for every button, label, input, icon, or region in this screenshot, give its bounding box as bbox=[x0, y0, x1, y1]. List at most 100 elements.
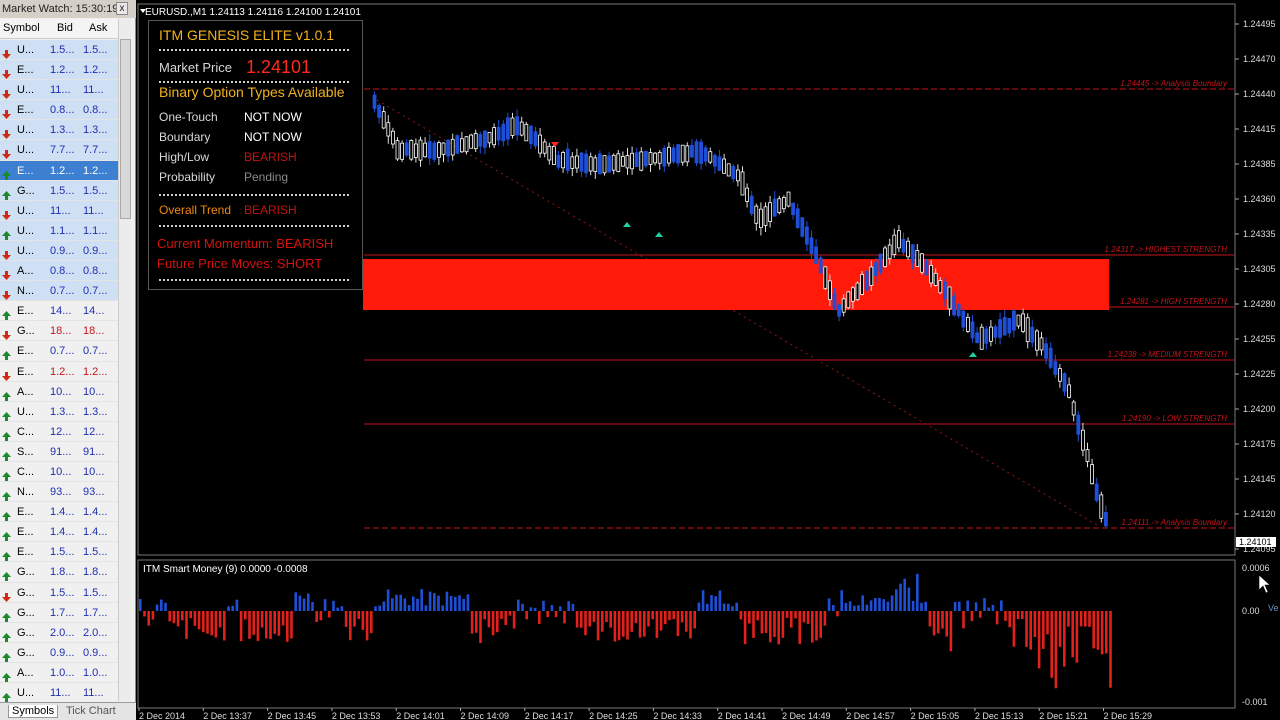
candle-body bbox=[533, 131, 538, 147]
market-watch-row[interactable]: S... 91... 91... bbox=[0, 442, 118, 462]
column-header-symbol[interactable]: Symbol bbox=[3, 22, 40, 34]
row-bid: 1.2... bbox=[50, 64, 75, 77]
market-watch-row[interactable]: E... 0.8... 0.8... bbox=[0, 100, 118, 121]
panel-divider bbox=[159, 279, 349, 281]
candle-body bbox=[634, 152, 639, 167]
histogram-bar bbox=[647, 611, 650, 627]
candle-body bbox=[1104, 512, 1108, 527]
market-watch-row[interactable]: A... 10... 10... bbox=[0, 382, 118, 402]
histogram-bar bbox=[210, 611, 213, 636]
time-axis-label: 2 Dec 13:37 bbox=[203, 711, 252, 720]
candle-body bbox=[680, 144, 685, 163]
price-level-label: 1.24190 -> LOW STRENGTH bbox=[1122, 414, 1227, 423]
market-watch-row[interactable]: A... 0.8... 0.8... bbox=[0, 261, 118, 282]
histogram-bar bbox=[433, 593, 436, 611]
candle-body bbox=[726, 163, 731, 177]
candle-body bbox=[565, 148, 570, 171]
market-watch-row[interactable]: U... 11... 11... bbox=[0, 683, 118, 704]
market-watch-row[interactable]: G... 1.7... 1.7... bbox=[0, 603, 118, 623]
market-watch-row[interactable]: G... 0.9... 0.9... bbox=[0, 643, 118, 663]
time-axis-label: 2 Dec 15:21 bbox=[1039, 711, 1088, 720]
market-watch-row[interactable]: U... 7.7... 7.7... bbox=[0, 140, 118, 161]
market-watch-row[interactable]: U... 1.5... 1.5... bbox=[0, 40, 118, 61]
market-watch-row[interactable]: C... 12... 12... bbox=[0, 422, 118, 442]
arrow-down-icon bbox=[2, 146, 11, 160]
row-ask: 1.8... bbox=[83, 566, 108, 579]
market-watch-row[interactable]: E... 1.4... 1.4... bbox=[0, 502, 118, 523]
candle-body bbox=[993, 326, 998, 338]
candle-body bbox=[1076, 414, 1081, 435]
histogram-bar bbox=[1050, 611, 1053, 678]
row-ask: 1.7... bbox=[83, 606, 108, 619]
column-header-ask[interactable]: Ask bbox=[89, 22, 107, 34]
histogram-bar bbox=[722, 603, 726, 611]
market-watch-row[interactable]: G... 1.5... 1.5... bbox=[0, 180, 118, 201]
candle-body bbox=[860, 274, 864, 295]
histogram-bar bbox=[731, 606, 734, 611]
market-watch-row[interactable]: E... 1.4... 1.4... bbox=[0, 522, 118, 543]
histogram-bar bbox=[844, 602, 848, 611]
market-watch-row[interactable]: E... 0.7... 0.7... bbox=[0, 341, 118, 362]
row-bid: 10... bbox=[50, 465, 72, 478]
histogram-bar bbox=[1109, 611, 1112, 688]
market-watch-row[interactable]: E... 1.2... 1.2... bbox=[0, 362, 118, 382]
market-watch-row[interactable]: U... 1.3... 1.3... bbox=[0, 120, 118, 141]
row-ask: 91... bbox=[83, 445, 105, 458]
column-header-bid[interactable]: Bid bbox=[57, 22, 73, 34]
boundary-value: NOT NOW bbox=[244, 130, 302, 144]
market-watch-row[interactable]: U... 11... 11... bbox=[0, 80, 118, 101]
scrollbar-thumb[interactable] bbox=[120, 39, 131, 219]
candle-body bbox=[910, 244, 915, 264]
market-watch-row[interactable]: E... 1.2... 1.2... bbox=[0, 60, 118, 81]
market-watch-row[interactable]: N... 93... 93... bbox=[0, 482, 118, 503]
market-watch-row[interactable]: U... 11... 11... bbox=[0, 200, 118, 221]
market-watch-row[interactable]: G... 1.5... 1.5... bbox=[0, 583, 118, 603]
tab-tick-chart[interactable]: Tick Chart bbox=[66, 705, 116, 717]
histogram-bar bbox=[592, 611, 596, 622]
price-axis-label: 1.24255 bbox=[1243, 334, 1276, 344]
candle-body bbox=[887, 244, 892, 260]
candle-body bbox=[588, 156, 593, 172]
market-watch-row[interactable]: U... 1.3... 1.3... bbox=[0, 402, 118, 422]
candle-body bbox=[1090, 464, 1094, 485]
mt4-window: Market Watch: 15:30:19 x Symbol Bid Ask … bbox=[0, 0, 1280, 720]
market-watch-row[interactable]: C... 10... 10... bbox=[0, 462, 118, 483]
market-watch-panel: Market Watch: 15:30:19 x Symbol Bid Ask … bbox=[0, 0, 136, 720]
close-icon[interactable]: x bbox=[116, 2, 128, 15]
histogram-bar bbox=[420, 589, 423, 611]
candle-body bbox=[851, 287, 855, 302]
market-watch-row[interactable]: E... 1.5... 1.5... bbox=[0, 542, 118, 563]
candle-body bbox=[952, 295, 956, 316]
histogram-bar bbox=[1025, 611, 1028, 647]
histogram-bar bbox=[827, 598, 831, 611]
market-watch-row[interactable]: U... 1.1... 1.1... bbox=[0, 220, 118, 241]
histogram-bar bbox=[693, 611, 696, 629]
row-ask: 0.9... bbox=[83, 244, 108, 257]
market-watch-row[interactable]: E... 1.2... 1.2... bbox=[0, 160, 118, 181]
histogram-bar bbox=[643, 611, 646, 637]
market-watch-row[interactable]: U... 0.9... 0.9... bbox=[0, 240, 118, 262]
histogram-bar bbox=[953, 601, 957, 611]
market-watch-row[interactable]: G... 18... 18... bbox=[0, 321, 118, 342]
market-watch-row[interactable]: N... 0.7... 0.7... bbox=[0, 281, 118, 302]
market-watch-row[interactable]: A... 1.0... 1.0... bbox=[0, 663, 118, 683]
market-watch-row[interactable]: G... 2.0... 2.0... bbox=[0, 623, 118, 643]
row-bid: 93... bbox=[50, 486, 72, 499]
row-ask: 0.8... bbox=[83, 104, 108, 117]
price-axis-label: 1.24415 bbox=[1243, 124, 1276, 134]
candle-body bbox=[947, 286, 952, 310]
candle-body bbox=[736, 169, 740, 182]
candle-body bbox=[427, 141, 432, 159]
tab-symbols[interactable]: Symbols bbox=[8, 705, 59, 718]
histogram-bar bbox=[407, 605, 411, 611]
arrow-up-icon bbox=[2, 448, 11, 461]
time-axis-label: 2 Dec 14:09 bbox=[461, 711, 510, 720]
market-watch-row[interactable]: E... 14... 14... bbox=[0, 301, 118, 322]
market-watch-scrollbar[interactable] bbox=[118, 19, 131, 701]
candle-body bbox=[749, 195, 754, 214]
histogram-bar bbox=[252, 611, 255, 635]
row-bid: 0.9... bbox=[50, 646, 75, 659]
histogram-bar bbox=[412, 596, 415, 611]
candle-body bbox=[975, 332, 979, 343]
market-watch-row[interactable]: G... 1.8... 1.8... bbox=[0, 562, 118, 583]
